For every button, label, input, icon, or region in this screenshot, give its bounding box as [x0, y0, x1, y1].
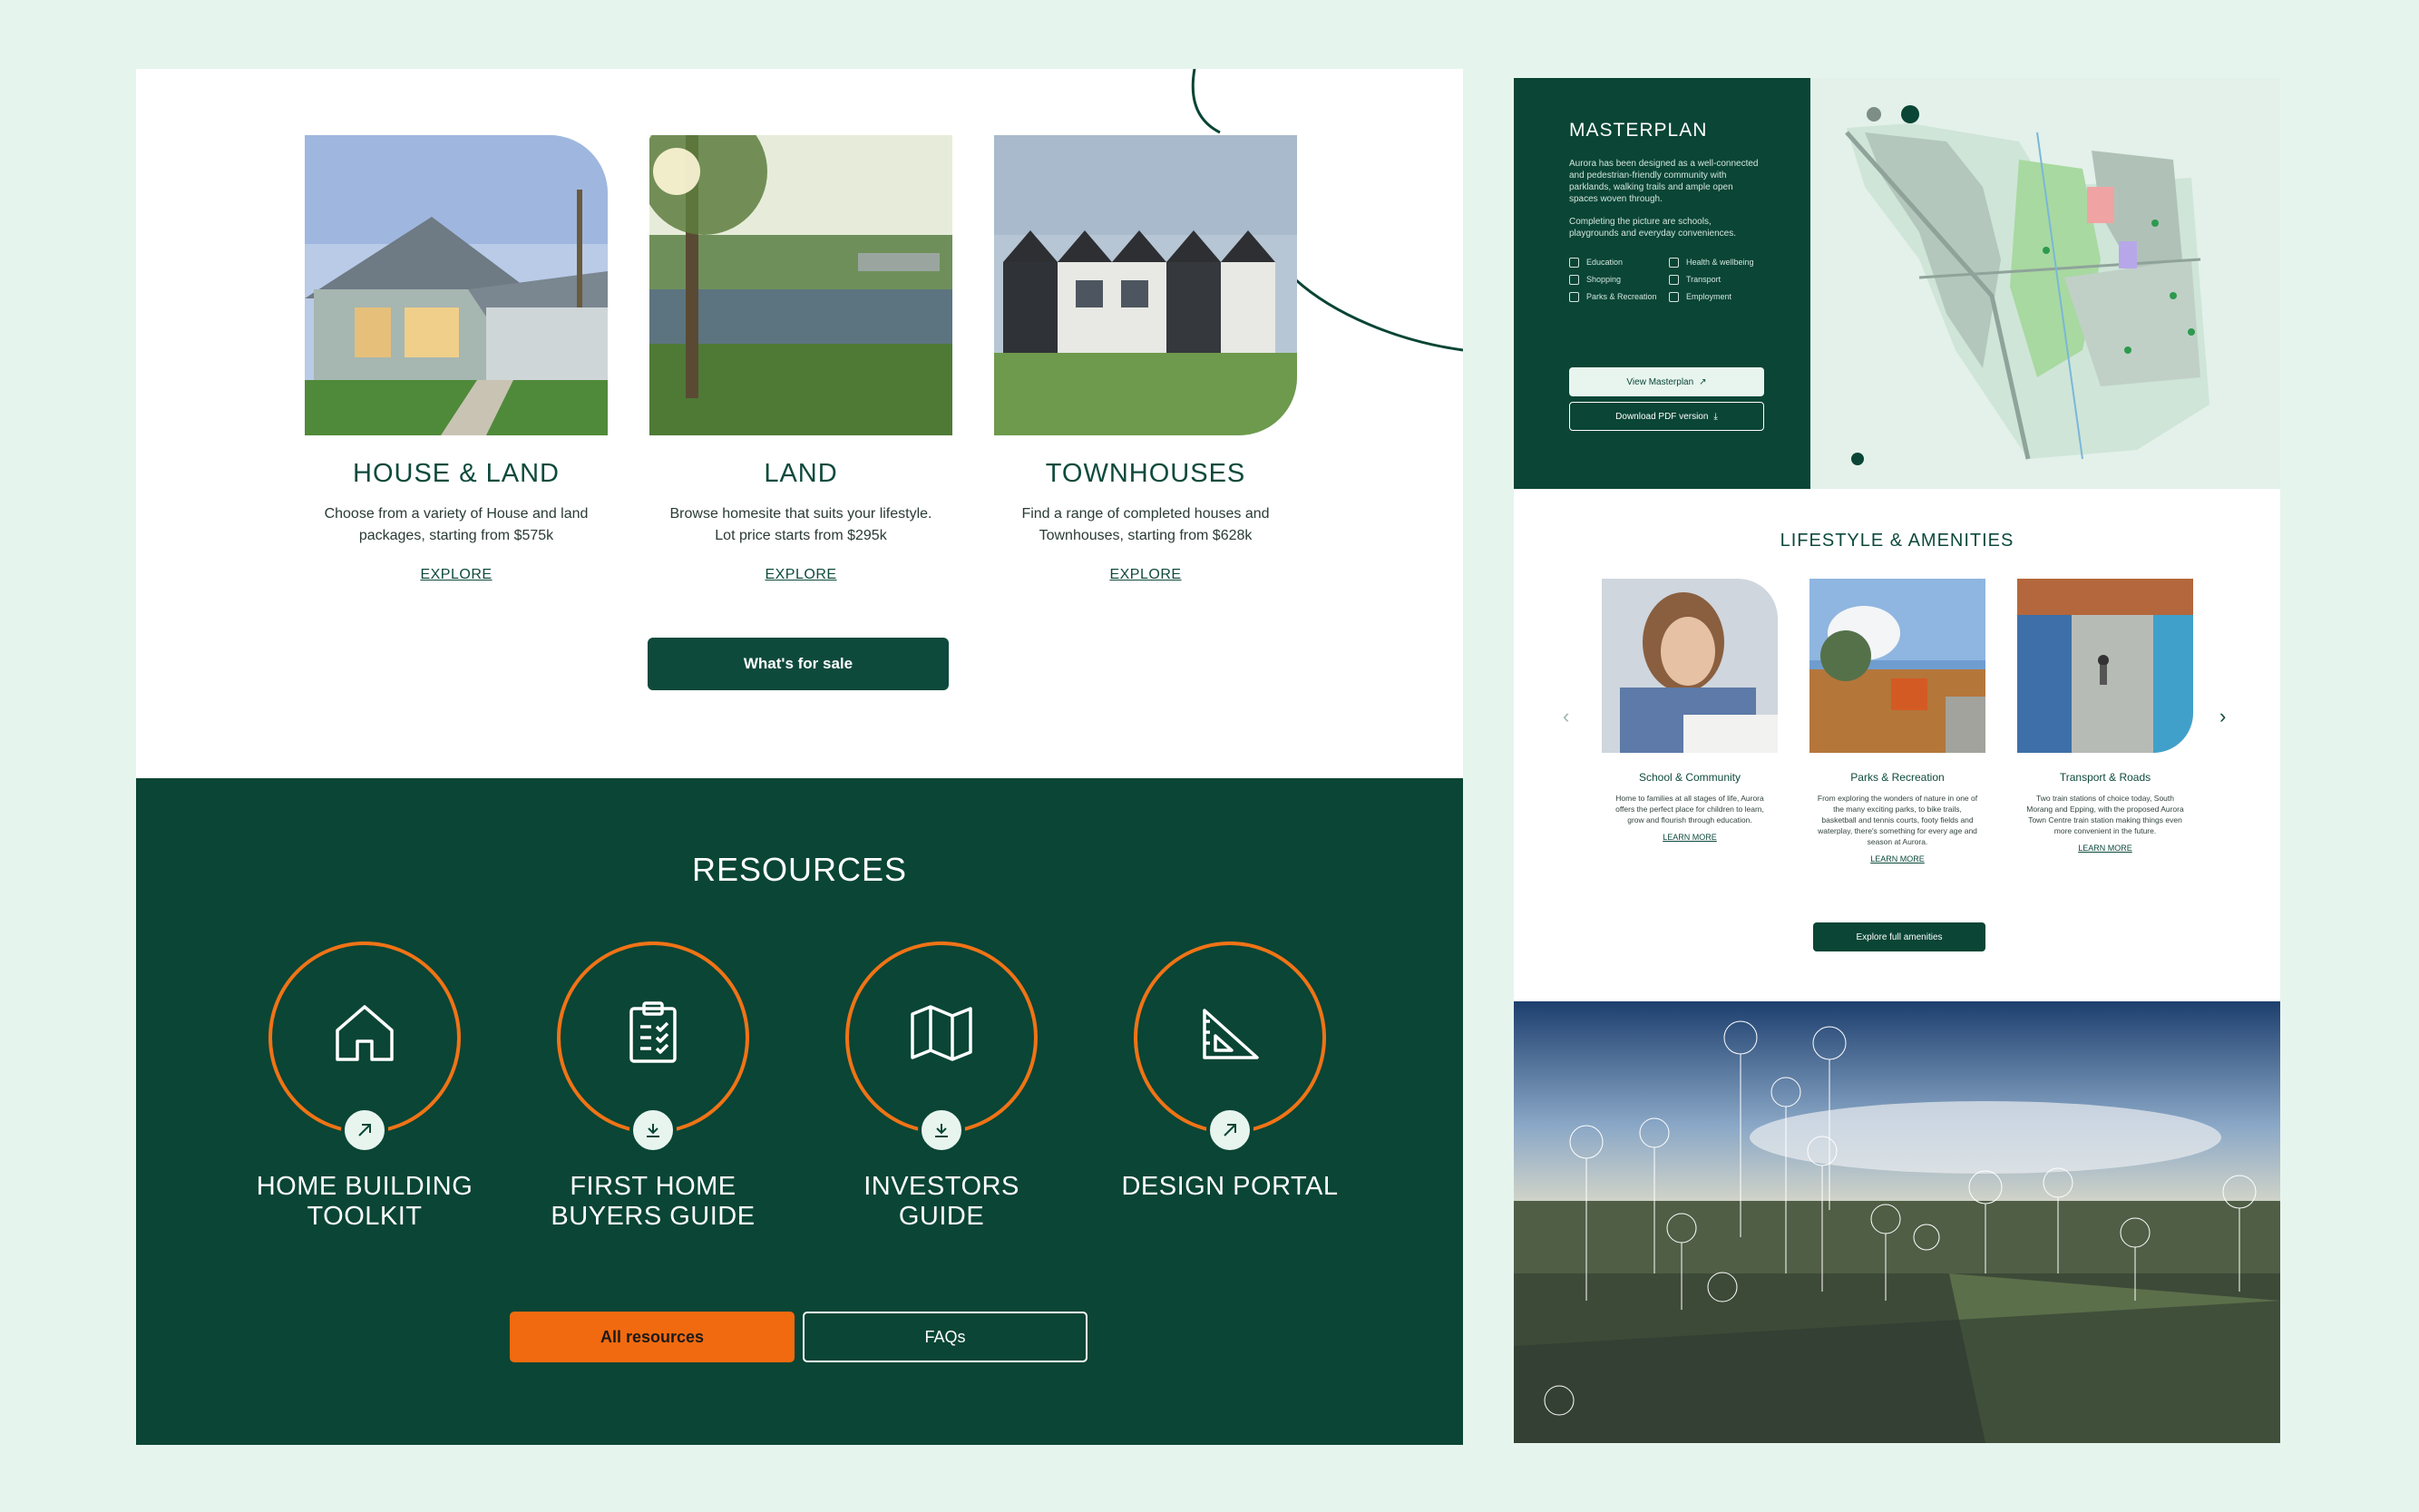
explore-link[interactable]: EXPLORE — [420, 567, 492, 583]
clipboard-checklist-icon — [629, 1001, 677, 1063]
arrow-up-right-icon: ↗ — [1699, 376, 1707, 387]
amenity-card-school: School & Community Home to families at a… — [1602, 579, 1778, 844]
parks-icon — [1569, 292, 1579, 302]
health-icon — [1669, 258, 1679, 268]
faqs-button[interactable]: FAQs — [803, 1312, 1088, 1362]
property-card-house-land: HOUSE & LAND Choose from a variety of Ho… — [305, 135, 608, 583]
shopping-icon — [1569, 275, 1579, 285]
legend-item: Education — [1569, 258, 1669, 268]
house-icon — [336, 1005, 394, 1061]
amenity-title: Transport & Roads — [2059, 771, 2151, 784]
resource-first-home-buyers-guide[interactable]: FIRST HOME BUYERS GUIDE — [535, 941, 771, 1232]
resource-ring — [268, 941, 461, 1154]
amenity-card-transport: Transport & Roads Two train stations of … — [2017, 579, 2193, 855]
aerial-image — [1514, 1001, 2280, 1443]
map-icon — [911, 1005, 972, 1061]
learn-more-link[interactable]: LEARN MORE — [1870, 854, 1925, 863]
arrow-up-right-icon[interactable] — [341, 1107, 388, 1154]
amenity-card-parks: Parks & Recreation From exploring the wo… — [1809, 579, 1985, 866]
resource-label: FIRST HOME BUYERS GUIDE — [551, 1172, 756, 1231]
property-description: Choose from a variety of House and land … — [324, 506, 589, 543]
resource-investors-guide[interactable]: INVESTORS GUIDE — [824, 941, 1059, 1232]
transport-image — [2017, 579, 2193, 753]
education-icon — [1569, 258, 1579, 268]
properties-section: HOUSE & LAND Choose from a variety of Ho… — [136, 69, 1463, 778]
explore-link[interactable]: EXPLORE — [1109, 567, 1181, 583]
left-board: HOUSE & LAND Choose from a variety of Ho… — [136, 69, 1463, 1445]
parks-image — [1809, 579, 1985, 753]
amenity-description: From exploring the wonders of nature in … — [1817, 794, 1978, 846]
whats-for-sale-button[interactable]: What's for sale — [648, 638, 949, 690]
legend-item: Employment — [1669, 292, 1769, 302]
legend-item: Health & wellbeing — [1669, 258, 1769, 268]
resource-home-building-toolkit[interactable]: HOME BUILDING TOOLKIT — [247, 941, 483, 1232]
legend-item: Shopping — [1569, 275, 1669, 285]
download-pdf-button[interactable]: Download PDF version ⤓ — [1569, 402, 1764, 431]
legend-item: Transport — [1669, 275, 1769, 285]
property-description: Find a range of completed houses and Tow… — [1021, 506, 1270, 543]
arrow-up-right-icon[interactable] — [1206, 1107, 1253, 1154]
amenity-description: Home to families at all stages of life, … — [1615, 794, 1764, 824]
view-masterplan-button[interactable]: View Masterplan ↗ — [1569, 367, 1764, 396]
explore-amenities-button[interactable]: Explore full amenities — [1813, 922, 1985, 951]
download-icon[interactable] — [918, 1107, 965, 1154]
amenity-title: School & Community — [1638, 771, 1741, 784]
learn-more-link[interactable]: LEARN MORE — [2078, 844, 2132, 853]
chevron-left-icon[interactable]: ‹ — [1563, 705, 1569, 728]
transport-icon — [1669, 275, 1679, 285]
right-board: MASTERPLAN Aurora has been designed as a… — [1514, 78, 2280, 1443]
resource-ring — [845, 941, 1038, 1154]
lifestyle-title: LIFESTYLE & AMENITIES — [1780, 531, 2014, 551]
resource-label: HOME BUILDING TOOLKIT — [256, 1172, 473, 1231]
resources-title: RESOURCES — [691, 851, 908, 888]
employment-icon — [1669, 292, 1679, 302]
property-title: HOUSE & LAND — [353, 459, 560, 488]
resource-ring — [1134, 941, 1326, 1154]
explore-link[interactable]: EXPLORE — [765, 567, 836, 583]
resource-ring — [557, 941, 749, 1154]
masterplan-title: MASTERPLAN — [1569, 120, 1708, 141]
townhouses-image — [994, 135, 1297, 435]
masterplan-description: Aurora has been designed as a well-conne… — [1569, 159, 1759, 204]
download-icon[interactable] — [629, 1107, 677, 1154]
school-image — [1602, 579, 1778, 753]
resource-design-portal[interactable]: DESIGN PORTAL — [1112, 941, 1348, 1202]
property-title: TOWNHOUSES — [1045, 459, 1246, 488]
lifestyle-section: LIFESTYLE & AMENITIES ‹ › School & Commu… — [1514, 489, 2280, 1001]
download-icon: ⤓ — [1713, 411, 1718, 422]
property-description: Browse homesite that suits your lifestyl… — [669, 506, 932, 543]
all-resources-button[interactable]: All resources — [510, 1312, 795, 1362]
land-image — [649, 135, 952, 435]
masterplan-panel: MASTERPLAN Aurora has been designed as a… — [1514, 78, 1810, 489]
resource-label: INVESTORS GUIDE — [863, 1172, 1019, 1231]
resources-section: RESOURCES HOME BUILDING TOOLKIT FIRST HO… — [136, 778, 1463, 1445]
learn-more-link[interactable]: LEARN MORE — [1663, 833, 1717, 842]
masterplan-legend: Education Health & wellbeing Shopping Tr… — [1569, 258, 1810, 302]
amenity-title: Parks & Recreation — [1850, 771, 1945, 784]
chevron-right-icon[interactable]: › — [2219, 705, 2226, 728]
property-title: LAND — [764, 459, 838, 488]
house-land-image — [305, 135, 608, 435]
property-card-townhouses: TOWNHOUSES Find a range of completed hou… — [994, 135, 1297, 583]
legend-item: Parks & Recreation — [1569, 292, 1669, 302]
masterplan-map[interactable] — [1810, 78, 2280, 489]
property-card-land: LAND Browse homesite that suits your lif… — [649, 135, 952, 583]
masterplan-description-2: Completing the picture are schools, play… — [1569, 217, 1737, 239]
set-square-icon — [1203, 1009, 1259, 1059]
amenity-description: Two train stations of choice today, Sout… — [2026, 794, 2184, 835]
resource-label: DESIGN PORTAL — [1121, 1172, 1339, 1201]
